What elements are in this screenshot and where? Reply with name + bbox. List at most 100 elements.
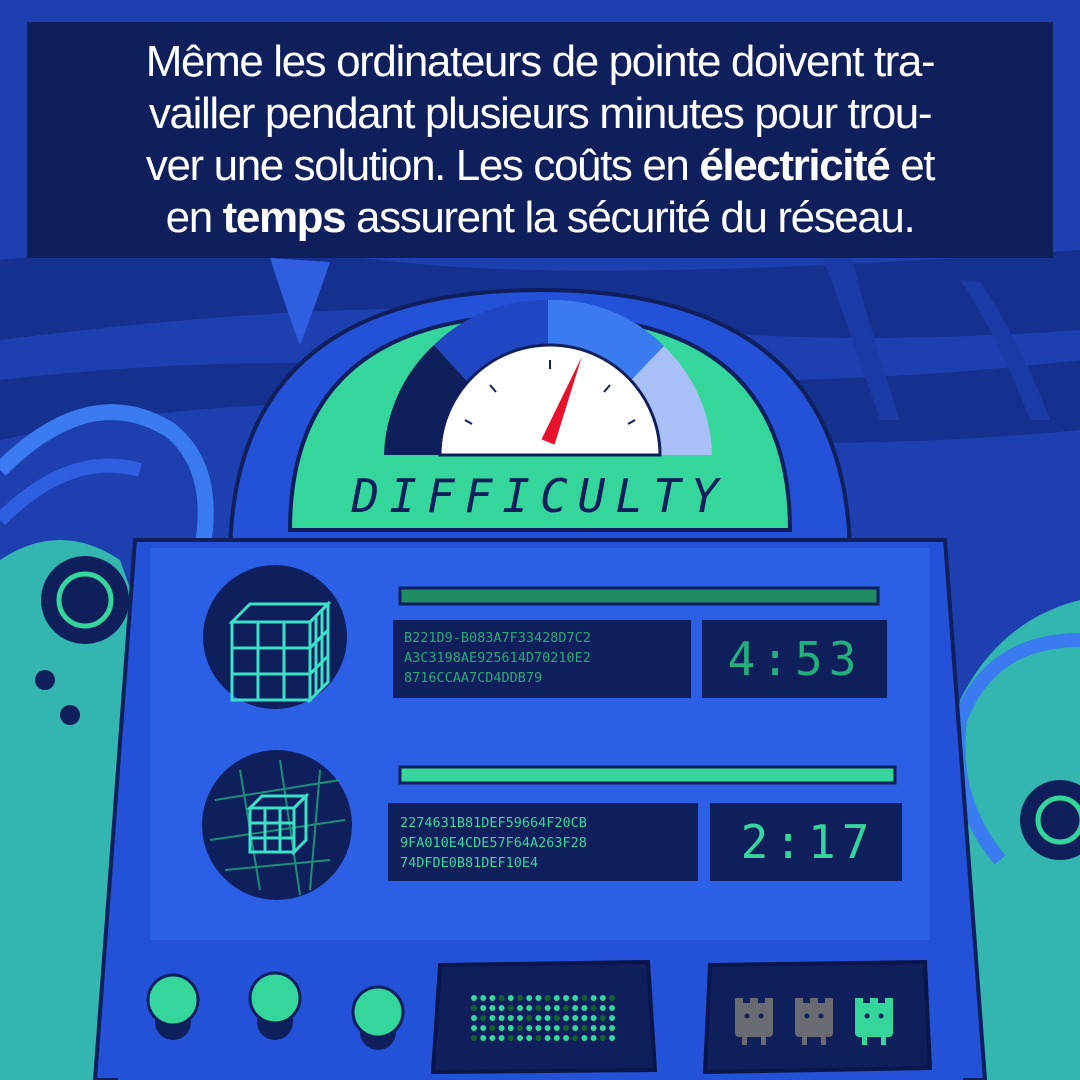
hash-line: 9FA010E4CDE57F64A263F28 — [400, 835, 587, 851]
left-arm-bolt — [60, 705, 80, 725]
timer-top: 4:53 — [728, 632, 863, 686]
led-dot — [563, 1035, 569, 1041]
gauge-label: DIFFICULTY — [351, 469, 729, 523]
led-dot — [599, 1005, 606, 1011]
hash-line: 2274631B81DEF59664F20CB — [400, 815, 587, 831]
led-dot — [517, 1035, 523, 1041]
led-dot — [498, 995, 505, 1001]
led-dot — [517, 1025, 523, 1031]
led-dot — [572, 1035, 579, 1041]
led-dot — [535, 1005, 542, 1011]
led-dot — [609, 995, 615, 1001]
led-dot — [489, 1015, 496, 1021]
led-dot — [526, 995, 533, 1001]
led-dot — [526, 1015, 533, 1021]
led-dot — [526, 1035, 533, 1041]
led-dot — [590, 1015, 597, 1021]
led-dot — [498, 1005, 505, 1011]
led-dot — [471, 1025, 477, 1031]
progress-bar-top — [398, 586, 880, 606]
led-dot — [572, 995, 579, 1001]
led-dot — [581, 1015, 588, 1021]
led-dot — [609, 1025, 615, 1031]
hash-line: 74DFDE0B81DEF10E4 — [400, 855, 538, 871]
caption-text: assurent la sécurité du réseau. — [345, 193, 916, 242]
hash-line: A3C3198AE925614D70210E2 — [404, 650, 591, 666]
caption-emphasis: temps — [222, 193, 347, 242]
progress-bar-bottom — [398, 765, 897, 785]
hash-line: B221D9-B083A7F33428D7C2 — [404, 630, 591, 646]
led-dot — [526, 1025, 533, 1031]
led-dot — [544, 1005, 551, 1011]
led-dot — [471, 1015, 477, 1021]
led-dot — [489, 1005, 496, 1011]
caption-box: Même les ordinateurs de pointe doivent t… — [27, 22, 1053, 258]
illustration-stage: DIFFICULTY B221D9-B083A7F33428D7C2 A3C31… — [0, 0, 1080, 1080]
led-dot — [544, 1025, 551, 1031]
led-dot — [498, 1035, 505, 1041]
led-dot — [590, 995, 597, 1001]
caption-text: et — [889, 141, 935, 190]
led-dot — [599, 995, 606, 1001]
led-dot — [471, 995, 477, 1001]
led-dot — [572, 1025, 579, 1031]
led-dot — [609, 1005, 615, 1011]
led-dot — [471, 1035, 477, 1041]
led-dot — [517, 1015, 523, 1021]
caption-line-4: en temps assurent la sécurité du réseau. — [165, 192, 916, 244]
led-dot — [553, 1035, 560, 1041]
led-dot — [489, 995, 496, 1001]
led-dot — [563, 1015, 569, 1021]
led-dot — [471, 1005, 477, 1011]
led-dot — [553, 995, 560, 1001]
timer-bottom: 2:17 — [741, 815, 876, 869]
led-dot — [609, 1015, 615, 1021]
led-dot — [544, 995, 551, 1001]
led-dot — [553, 1005, 560, 1011]
led-dot — [563, 1025, 569, 1031]
led-dot — [526, 1005, 533, 1011]
led-dot — [599, 1015, 606, 1021]
left-arm-joint — [41, 556, 129, 644]
cube-icon-disc — [203, 565, 347, 709]
led-dot — [480, 1035, 487, 1041]
led-dot — [563, 1005, 569, 1011]
led-dot — [581, 1005, 588, 1011]
led-dot — [544, 1035, 551, 1041]
led-dot — [489, 1025, 496, 1031]
led-dot — [590, 1005, 597, 1011]
led-dot — [599, 1025, 606, 1031]
led-dot — [480, 1015, 487, 1021]
led-dot — [581, 1025, 588, 1031]
led-dot — [572, 1015, 579, 1021]
led-dot — [535, 1035, 542, 1041]
led-dot — [480, 1005, 487, 1011]
caption-line-2: vailler pendant plusieurs minutes pour t… — [148, 89, 933, 138]
led-dot — [544, 1015, 551, 1021]
led-dot — [553, 1015, 560, 1021]
led-dot — [581, 995, 588, 1001]
led-dot — [553, 1025, 560, 1031]
hash-line: 8716CCAA7CD4DDB79 — [404, 670, 542, 686]
caption-text: ver une solution. Les coûts en — [145, 141, 700, 190]
led-dot — [489, 1035, 496, 1041]
led-dot — [507, 1005, 514, 1011]
led-matrix-screen — [430, 959, 658, 1075]
led-dot — [498, 1025, 505, 1031]
cube-grid-icon-disc — [202, 750, 352, 900]
led-dot — [563, 995, 569, 1001]
led-dot — [517, 995, 523, 1001]
led-dot — [599, 1035, 606, 1041]
left-arm-bolt — [35, 670, 55, 690]
caption-line-3: ver une solution. Les coûts en électrici… — [145, 140, 936, 192]
led-dot — [498, 1015, 505, 1021]
led-dot — [507, 1035, 514, 1041]
led-dot — [609, 1035, 615, 1041]
caption-text: en — [165, 193, 223, 242]
led-dot — [517, 1005, 523, 1011]
led-dot — [507, 1025, 514, 1031]
caption-emphasis: électricité — [699, 141, 890, 190]
led-dot — [480, 995, 487, 1001]
led-dot — [507, 1015, 514, 1021]
led-dot — [581, 1035, 588, 1041]
